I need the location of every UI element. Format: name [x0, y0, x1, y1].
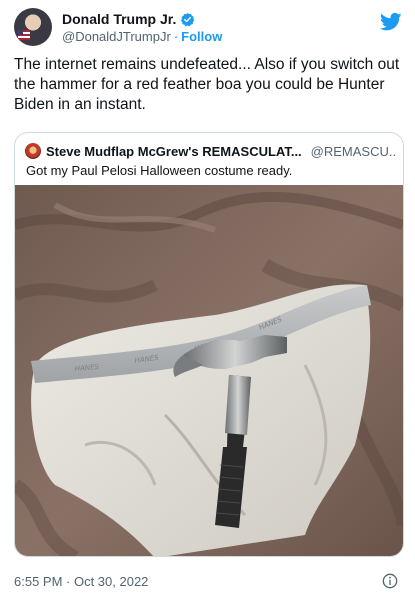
author-handle[interactable]: @DonaldJTrumpJr — [62, 29, 171, 44]
quoted-text: Got my Paul Pelosi Halloween costume rea… — [26, 163, 293, 178]
info-icon[interactable] — [382, 573, 398, 589]
tweet-header: Donald Trump Jr. @DonaldJTrumpJr · Follo… — [14, 8, 404, 48]
follow-button[interactable]: Follow — [181, 29, 222, 44]
tweet-card: Donald Trump Jr. @DonaldJTrumpJr · Follo… — [0, 0, 415, 597]
quoted-handle: @REMASCU... — [310, 143, 395, 159]
flag-pin — [18, 30, 30, 40]
photo-illustration: HANES HANES HANES HANES — [15, 185, 403, 556]
author-name[interactable]: Donald Trump Jr. — [62, 11, 176, 27]
author-handle-row: @DonaldJTrumpJr · Follow — [62, 29, 222, 44]
quoted-avatar — [25, 143, 41, 159]
author-name-row: Donald Trump Jr. — [62, 11, 195, 27]
quoted-tweet[interactable]: Steve Mudflap McGrew's REMASCULAT... @RE… — [14, 132, 404, 557]
separator-dot: · — [173, 29, 179, 44]
twitter-bird-icon[interactable] — [380, 12, 402, 32]
quoted-header: Steve Mudflap McGrew's REMASCULAT... @RE… — [25, 142, 395, 160]
verified-badge-icon — [181, 12, 195, 26]
tweet-timestamp[interactable]: 6:55 PM · Oct 30, 2022 — [14, 574, 148, 589]
tweet-text: The internet remains undefeated... Also … — [14, 56, 400, 113]
author-avatar[interactable] — [14, 8, 52, 46]
quoted-photo[interactable]: HANES HANES HANES HANES — [15, 185, 403, 556]
tweet-footer: 6:55 PM · Oct 30, 2022 — [14, 573, 404, 591]
quoted-name: Steve Mudflap McGrew's REMASCULAT... — [46, 143, 302, 159]
